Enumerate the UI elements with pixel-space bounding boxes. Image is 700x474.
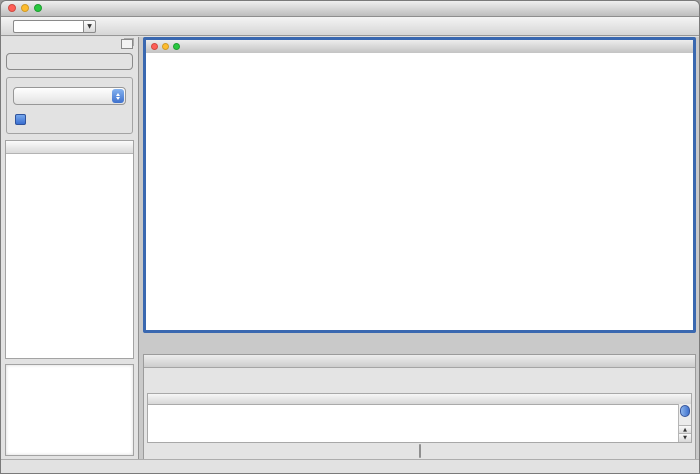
birds-eye-view[interactable] [5, 364, 134, 456]
network-window-titlebar[interactable] [146, 40, 693, 54]
zoom-window-button[interactable] [34, 4, 42, 12]
search-input[interactable] [13, 20, 83, 33]
search-dropdown-arrow[interactable]: ▼ [83, 20, 96, 33]
network-tree-panel [5, 140, 134, 359]
minimize-button[interactable] [21, 4, 29, 12]
data-panel-title [144, 355, 695, 356]
attribute-table: ▲ ▼ [147, 393, 692, 443]
app-titlebar[interactable] [1, 1, 699, 17]
network-canvas[interactable] [146, 53, 693, 330]
select-nodes-checkbox[interactable] [15, 114, 26, 125]
data-panel-titlebar[interactable] [144, 355, 695, 368]
app-title [1, 1, 699, 16]
table-scrollbar[interactable]: ▲ ▼ [678, 404, 691, 442]
close-button[interactable] [8, 4, 16, 12]
background-windows-sliver [143, 333, 696, 354]
control-panel [1, 37, 139, 460]
network-tree-header [6, 141, 133, 154]
node-color-selection-group [6, 77, 133, 134]
float-panel-icon[interactable] [121, 39, 133, 49]
node-color-dropdown[interactable] [13, 87, 126, 105]
network-desktop: ▲ ▼ [139, 37, 699, 460]
status-bar [1, 459, 699, 473]
scroll-down-icon[interactable]: ▼ [679, 433, 691, 442]
network-minimize-button[interactable] [162, 43, 169, 50]
network-close-button[interactable] [151, 43, 158, 50]
cytoscape-app-window: ▼ [0, 0, 700, 474]
attribute-toolbar [144, 368, 695, 393]
control-panel-title [1, 37, 138, 39]
scrollbar-thumb[interactable] [680, 405, 690, 417]
data-panel: ▲ ▼ [143, 354, 696, 460]
network-view-window [143, 37, 696, 333]
main-toolbar: ▼ [1, 17, 699, 36]
dropdown-stepper-icon [112, 89, 124, 103]
network-zoom-button[interactable] [173, 43, 180, 50]
